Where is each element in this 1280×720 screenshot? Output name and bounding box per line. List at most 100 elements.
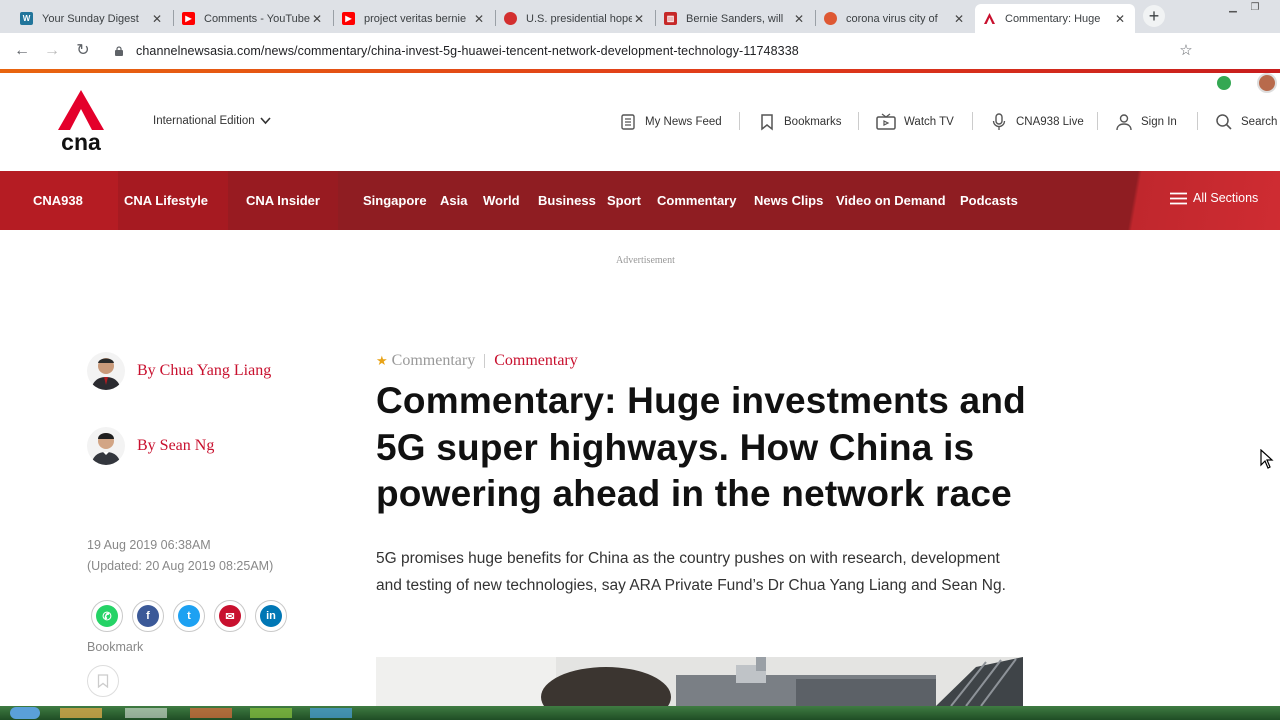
search-link[interactable]: Search	[1215, 112, 1277, 132]
divider	[858, 112, 859, 130]
nav-item-asia[interactable]: Asia	[440, 171, 467, 230]
taskbar-app-icon[interactable]	[125, 708, 167, 718]
chevron-down-icon	[260, 117, 271, 125]
article-summary: 5G promises huge benefits for China as t…	[376, 550, 1006, 594]
watch-tv-link[interactable]: Watch TV	[876, 112, 954, 132]
edition-label: International Edition	[153, 115, 255, 127]
browser-tab[interactable]: W Your Sunday Digest ✕	[12, 4, 172, 33]
nav-item-video-on-demand[interactable]: Video on Demand	[836, 171, 946, 230]
url-text: channelnewsasia.com/news/commentary/chin…	[136, 44, 799, 58]
browser-tab[interactable]: ▶ Comments - YouTube ✕	[174, 4, 332, 33]
close-icon[interactable]: ✕	[150, 12, 164, 26]
breadcrumb-secondary[interactable]: Commentary	[494, 352, 578, 370]
tv-icon	[876, 113, 896, 130]
edition-selector[interactable]: International Edition	[153, 115, 271, 127]
author-chua-yang-liang[interactable]: By Chua Yang Liang	[87, 352, 271, 390]
nav-item-news-clips[interactable]: News Clips	[754, 171, 823, 230]
nav-item-commentary[interactable]: Commentary	[657, 171, 736, 230]
divider	[1197, 112, 1198, 130]
taskbar-app-icon[interactable]	[190, 708, 232, 718]
breadcrumb: ★ Commentary Commentary	[376, 352, 578, 370]
search-icon	[1216, 114, 1232, 130]
nav-item-sport[interactable]: Sport	[607, 171, 641, 230]
divider	[972, 112, 973, 130]
share-facebook-button[interactable]: f	[132, 600, 164, 632]
minimize-icon[interactable]: ▁	[1224, 2, 1242, 16]
close-icon[interactable]: ✕	[472, 12, 486, 26]
nav-item-cna-lifestyle[interactable]: CNA Lifestyle	[124, 171, 208, 230]
close-icon[interactable]: ✕	[310, 12, 324, 26]
nav-item-cna938[interactable]: CNA938	[33, 171, 83, 230]
close-icon[interactable]: ✕	[1113, 12, 1127, 26]
browser-tab[interactable]: ▥ Bernie Sanders, will ✕	[656, 4, 814, 33]
avatar[interactable]	[1257, 73, 1277, 93]
nav-item-world[interactable]: World	[483, 171, 520, 230]
taskbar-app-icon[interactable]	[60, 708, 102, 718]
nav-item-business[interactable]: Business	[538, 171, 596, 230]
author-name: By Sean Ng	[137, 437, 215, 454]
share-twitter-button[interactable]: t	[173, 600, 205, 632]
mouse-cursor-icon	[1260, 448, 1274, 474]
forward-icon[interactable]: →	[42, 41, 62, 61]
browser-tab[interactable]: ▶ project veritas bernie ✕	[334, 4, 494, 33]
all-sections-label: All Sections	[1193, 191, 1259, 205]
os-taskbar	[0, 706, 1280, 720]
wordpress-icon: W	[20, 12, 33, 25]
taskbar-app-icon[interactable]	[250, 708, 292, 718]
restore-icon[interactable]: ❐	[1246, 2, 1264, 16]
avatar	[87, 352, 125, 390]
author-sean-ng[interactable]: By Sean Ng	[87, 427, 214, 465]
sign-in-link[interactable]: Sign In	[1115, 112, 1177, 132]
article-dates: 19 Aug 2019 06:38AM (Updated: 20 Aug 201…	[87, 535, 273, 577]
new-tab-button[interactable]: +	[1143, 5, 1165, 27]
close-icon[interactable]: ✕	[792, 12, 806, 26]
util-label: Sign In	[1141, 116, 1177, 128]
hero-image	[376, 657, 1023, 706]
user-icon	[1116, 114, 1132, 131]
reload-icon[interactable]: ↻	[73, 41, 93, 61]
extension-icon[interactable]	[1217, 76, 1231, 90]
cna938-live-link[interactable]: CNA938 Live	[990, 112, 1084, 132]
close-icon[interactable]: ✕	[952, 12, 966, 26]
cna-logo[interactable]: cna	[56, 90, 106, 155]
util-label: My News Feed	[645, 116, 722, 128]
linkedin-icon: in	[260, 605, 282, 627]
browser-tab[interactable]: U.S. presidential hopeful ✕	[496, 4, 654, 33]
bookmark-button[interactable]	[87, 665, 119, 697]
browser-tab-strip: W Your Sunday Digest ✕ ▶ Comments - YouT…	[0, 0, 1280, 33]
back-icon[interactable]: ←	[12, 41, 32, 61]
news-icon: ▥	[664, 12, 677, 25]
browser-tab[interactable]: corona virus city of ✕	[816, 4, 974, 33]
start-button[interactable]	[10, 707, 40, 719]
nav-item-podcasts[interactable]: Podcasts	[960, 171, 1018, 230]
browser-tab-active[interactable]: Commentary: Huge ✕	[975, 4, 1135, 33]
divider	[484, 354, 486, 368]
breadcrumb-primary[interactable]: Commentary	[392, 352, 476, 370]
bookmark-icon	[97, 674, 109, 688]
share-whatsapp-button[interactable]: ✆	[91, 600, 123, 632]
hamburger-icon	[1170, 192, 1187, 204]
advertisement-label: Advertisement	[616, 255, 675, 266]
lock-icon	[115, 46, 123, 56]
star-icon[interactable]: ☆	[1176, 41, 1196, 61]
taskbar-app-icon[interactable]	[310, 708, 352, 718]
nav-item-cna-insider[interactable]: CNA Insider	[246, 171, 320, 230]
svg-text:cna: cna	[61, 129, 101, 152]
close-icon[interactable]: ✕	[632, 12, 646, 26]
facebook-icon: f	[137, 605, 159, 627]
address-bar[interactable]: channelnewsasia.com/news/commentary/chin…	[104, 37, 1204, 65]
browser-toolbar: ← → ↻ channelnewsasia.com/news/commentar…	[0, 33, 1280, 93]
bookmark-label: Bookmark	[87, 640, 144, 654]
share-linkedin-button[interactable]: in	[255, 600, 287, 632]
whatsapp-icon: ✆	[96, 605, 118, 627]
share-email-button[interactable]: ✉	[214, 600, 246, 632]
bookmark-icon	[761, 114, 773, 131]
news-icon	[504, 12, 517, 25]
bookmarks-link[interactable]: Bookmarks	[758, 112, 842, 132]
page-load-progress	[0, 69, 1280, 73]
nav-item-singapore[interactable]: Singapore	[363, 171, 427, 230]
author-name: By Chua Yang Liang	[137, 362, 272, 379]
util-label: CNA938 Live	[1016, 116, 1084, 128]
all-sections-button[interactable]: All Sections	[1170, 191, 1258, 205]
my-news-feed-link[interactable]: My News Feed	[619, 112, 722, 132]
